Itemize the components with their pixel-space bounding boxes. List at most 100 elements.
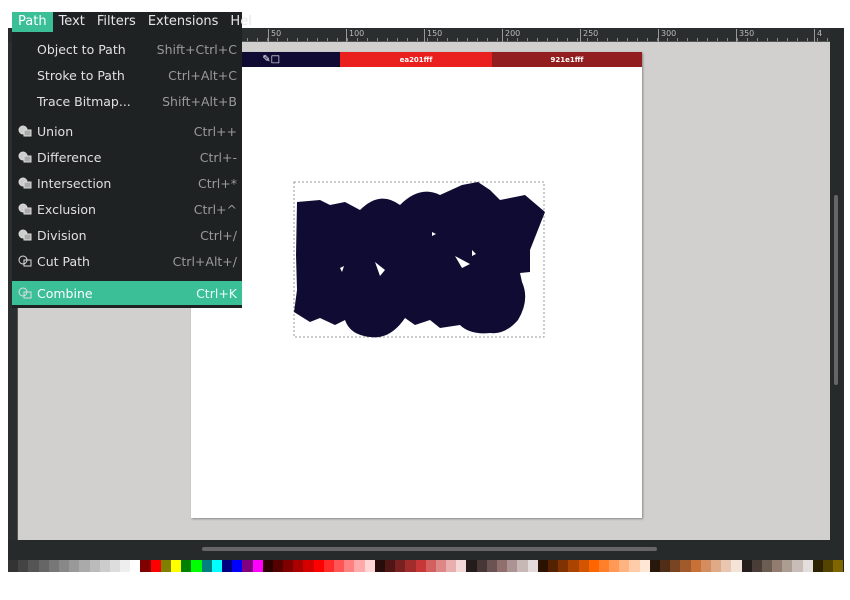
menu-help[interactable]: Hel — [224, 12, 257, 32]
palette-swatch[interactable] — [79, 560, 90, 572]
palette-swatch[interactable] — [812, 560, 823, 572]
palette-swatch[interactable] — [8, 560, 19, 572]
palette-swatch[interactable] — [109, 560, 121, 572]
palette-swatch[interactable] — [435, 560, 447, 572]
palette-swatch[interactable] — [476, 560, 487, 572]
palette-swatch[interactable] — [609, 560, 620, 572]
palette-swatch[interactable] — [456, 560, 467, 572]
horizontal-scroll-thumb[interactable] — [202, 547, 657, 551]
palette-swatch[interactable] — [140, 560, 151, 572]
palette-swatch[interactable] — [58, 560, 70, 572]
palette-swatch[interactable] — [293, 560, 304, 572]
color-palette[interactable] — [8, 560, 844, 572]
palette-swatch[interactable] — [130, 560, 141, 572]
palette-swatch[interactable] — [323, 560, 334, 572]
palette-swatch[interactable] — [690, 560, 701, 572]
palette-swatch[interactable] — [537, 560, 548, 572]
palette-swatch[interactable] — [507, 560, 518, 572]
palette-swatch[interactable] — [629, 560, 640, 572]
menu-filters[interactable]: Filters — [91, 12, 142, 32]
vertical-scroll-thumb[interactable] — [834, 195, 838, 385]
palette-swatch[interactable] — [527, 560, 538, 572]
palette-swatch[interactable] — [38, 560, 49, 572]
palette-swatch[interactable] — [171, 560, 182, 572]
palette-swatch[interactable] — [741, 560, 752, 572]
palette-swatch[interactable] — [649, 560, 660, 572]
palette-swatch[interactable] — [344, 560, 355, 572]
palette-swatch[interactable] — [28, 560, 39, 572]
menu-item-difference[interactable]: Difference Ctrl+- — [12, 145, 242, 169]
menu-item-stroke-to-path[interactable]: Stroke to Path Ctrl+Alt+C — [12, 63, 242, 87]
palette-swatch[interactable] — [425, 560, 436, 572]
palette-swatch[interactable] — [232, 560, 243, 572]
palette-swatch[interactable] — [405, 560, 416, 572]
palette-swatch[interactable] — [782, 560, 793, 572]
palette-swatch[interactable] — [242, 560, 253, 572]
palette-swatch[interactable] — [833, 560, 844, 572]
palette-swatch[interactable] — [466, 560, 477, 572]
menu-item-intersection[interactable]: Intersection Ctrl+* — [12, 171, 242, 195]
palette-swatch[interactable] — [384, 560, 396, 572]
palette-swatch[interactable] — [395, 560, 406, 572]
palette-swatch[interactable] — [191, 560, 202, 572]
palette-swatch[interactable] — [578, 560, 589, 572]
menu-item-division[interactable]: Division Ctrl+/ — [12, 223, 242, 247]
palette-swatch[interactable] — [252, 560, 263, 572]
palette-swatch[interactable] — [660, 560, 671, 572]
palette-swatch[interactable] — [731, 560, 742, 572]
menu-item-cut-path[interactable]: Cut Path Ctrl+Alt+/ — [12, 249, 242, 273]
palette-swatch[interactable] — [415, 560, 426, 572]
palette-swatch[interactable] — [120, 560, 131, 572]
palette-swatch[interactable] — [99, 560, 110, 572]
palette-swatch[interactable] — [446, 560, 457, 572]
menu-item-exclusion[interactable]: Exclusion Ctrl+^ — [12, 197, 242, 221]
palette-swatch[interactable] — [761, 560, 773, 572]
palette-swatch[interactable] — [313, 560, 324, 572]
menu-item-union[interactable]: Union Ctrl++ — [12, 119, 242, 143]
palette-swatch[interactable] — [486, 560, 497, 572]
palette-swatch[interactable] — [772, 560, 783, 572]
palette-swatch[interactable] — [639, 560, 650, 572]
palette-swatch[interactable] — [710, 560, 722, 572]
palette-swatch[interactable] — [364, 560, 375, 572]
palette-swatch[interactable] — [588, 560, 599, 572]
palette-swatch[interactable] — [48, 560, 59, 572]
palette-swatch[interactable] — [700, 560, 711, 572]
menu-text[interactable]: Text — [53, 12, 91, 32]
palette-swatch[interactable] — [558, 560, 569, 572]
palette-swatch[interactable] — [802, 560, 813, 572]
palette-swatch[interactable] — [334, 560, 345, 572]
palette-swatch[interactable] — [517, 560, 528, 572]
palette-swatch[interactable] — [721, 560, 732, 572]
palette-swatch[interactable] — [272, 560, 284, 572]
palette-swatch[interactable] — [69, 560, 80, 572]
palette-swatch[interactable] — [303, 560, 314, 572]
palette-swatch[interactable] — [262, 560, 273, 572]
palette-swatch[interactable] — [792, 560, 803, 572]
palette-swatch[interactable] — [598, 560, 610, 572]
palette-swatch[interactable] — [160, 560, 171, 572]
palette-swatch[interactable] — [670, 560, 681, 572]
palette-swatch[interactable] — [823, 560, 834, 572]
palette-swatch[interactable] — [89, 560, 100, 572]
palette-swatch[interactable] — [181, 560, 192, 572]
menu-item-combine[interactable]: Combine Ctrl+K — [12, 281, 242, 305]
palette-swatch[interactable] — [150, 560, 161, 572]
palette-swatch[interactable] — [221, 560, 233, 572]
palette-swatch[interactable] — [680, 560, 691, 572]
palette-swatch[interactable] — [374, 560, 385, 572]
palette-swatch[interactable] — [547, 560, 559, 572]
palette-swatch[interactable] — [354, 560, 365, 572]
palette-swatch[interactable] — [619, 560, 630, 572]
palette-swatch[interactable] — [18, 560, 29, 572]
palette-swatch[interactable] — [751, 560, 762, 572]
menu-extensions[interactable]: Extensions — [142, 12, 225, 32]
palette-swatch[interactable] — [497, 560, 508, 572]
palette-swatch[interactable] — [201, 560, 212, 572]
palette-swatch[interactable] — [568, 560, 579, 572]
menu-item-trace-bitmap[interactable]: Trace Bitmap... Shift+Alt+B — [12, 89, 242, 113]
palette-swatch[interactable] — [211, 560, 222, 572]
menu-path[interactable]: Path — [12, 12, 53, 32]
palette-swatch[interactable] — [283, 560, 294, 572]
menu-item-object-to-path[interactable]: Object to Path Shift+Ctrl+C — [12, 37, 242, 61]
